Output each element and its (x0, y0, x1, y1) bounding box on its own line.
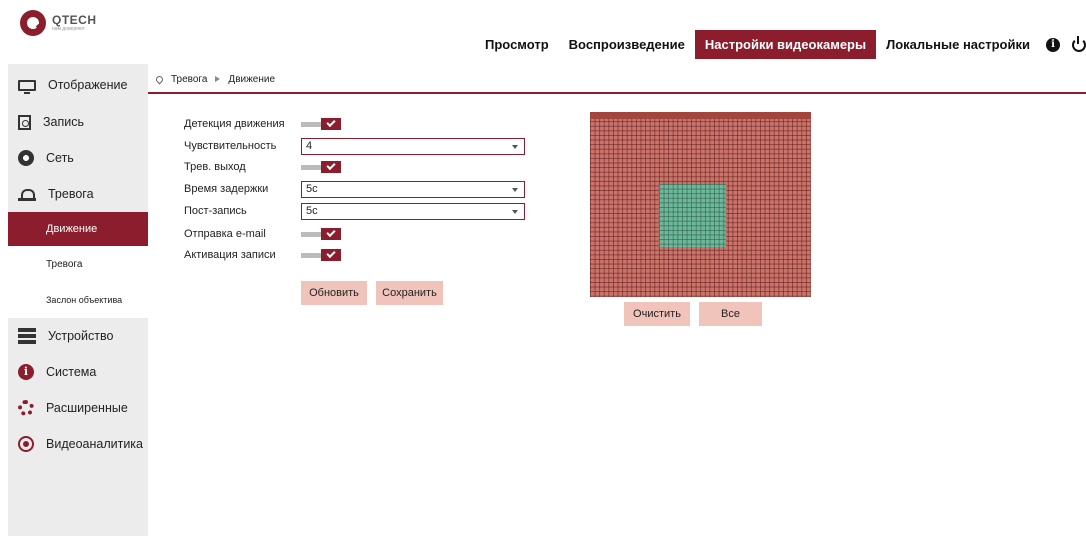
sensitivity-label: Чувствительность (184, 140, 277, 152)
email-toggle[interactable] (301, 228, 341, 240)
record-activation-row: Активация записи (184, 245, 341, 265)
sensitivity-row: Чувствительность 4 (184, 136, 525, 156)
record-icon (18, 114, 31, 130)
nav-live-view[interactable]: Просмотр (475, 30, 559, 59)
motion-area-selection (659, 184, 726, 247)
top-nav: Просмотр Воспроизведение Настройки видео… (475, 30, 1086, 59)
record-activation-label: Активация записи (184, 249, 276, 261)
delay-time-label: Время задержки (184, 183, 269, 195)
motion-detection-row: Детекция движения (184, 114, 341, 134)
alarm-output-row: Трев. выход (184, 157, 341, 177)
logo: QTECH нам доверяют (20, 10, 97, 36)
motion-area-grid[interactable] (590, 112, 811, 297)
sidebar-item-label: Видеоаналитика (46, 437, 144, 451)
sidebar-item-analytics[interactable]: Видеоаналитика (8, 426, 148, 462)
sidebar-item-network[interactable]: Сеть (8, 140, 148, 176)
sidebar-item-advanced[interactable]: Расширенные (8, 390, 148, 426)
device-icon (18, 328, 36, 344)
chevron-down-icon (512, 209, 518, 214)
sidebar-item-label: Тревога (48, 187, 94, 201)
nav-local-settings[interactable]: Локальные настройки (876, 30, 1040, 59)
sidebar-item-display[interactable]: Отображение (8, 66, 148, 104)
alarm-output-toggle[interactable] (301, 161, 341, 173)
nav-camera-settings[interactable]: Настройки видеокамеры (694, 30, 877, 59)
chevron-down-icon (512, 144, 518, 149)
sidebar-item-record[interactable]: Запись (8, 104, 148, 140)
sidebar-item-label: Система (46, 365, 97, 379)
header: QTECH нам доверяют Просмотр Воспроизведе… (0, 0, 1086, 62)
network-icon (18, 150, 34, 166)
info-icon: i (18, 364, 34, 380)
clear-button[interactable]: Очистить (624, 302, 690, 326)
breadcrumb-parent[interactable]: Тревога (171, 74, 207, 85)
info-icon[interactable]: i (1046, 37, 1060, 52)
breadcrumb-current: Движение (228, 73, 276, 85)
sidebar-item-alarm[interactable]: Тревога (8, 176, 148, 212)
refresh-button[interactable]: Обновить (301, 281, 367, 305)
email-label: Отправка e-mail (184, 228, 266, 240)
motion-detection-label: Детекция движения (184, 118, 285, 130)
brand-name: QTECH (52, 12, 97, 27)
sidebar-item-label: Отображение (48, 78, 128, 92)
save-button[interactable]: Сохранить (376, 281, 443, 305)
alarm-output-label: Трев. выход (184, 161, 246, 173)
record-activation-toggle[interactable] (301, 249, 341, 261)
sidebar-item-label: Устройство (48, 329, 114, 343)
post-record-label: Пост-запись (184, 205, 247, 217)
select-all-button[interactable]: Все (699, 302, 762, 326)
sidebar-subitem-alarm[interactable]: Тревога (8, 246, 148, 282)
motion-detection-toggle[interactable] (301, 118, 341, 130)
sidebar: Отображение Запись Сеть Тревога Движение… (8, 64, 148, 536)
alarm-icon (18, 187, 36, 201)
delay-time-select[interactable]: 5с (301, 180, 525, 198)
chevron-down-icon (512, 187, 518, 192)
sidebar-item-label: Расширенные (46, 401, 128, 415)
sidebar-item-system[interactable]: i Система (8, 354, 148, 390)
email-row: Отправка e-mail (184, 224, 341, 244)
power-icon[interactable] (1072, 35, 1086, 52)
logo-icon (20, 10, 46, 36)
gear-icon (18, 400, 34, 416)
sidebar-subitem-lens-cover[interactable]: Заслон объектива (8, 282, 148, 318)
sidebar-item-label: Сеть (46, 151, 74, 165)
delay-time-row: Время задержки 5с (184, 179, 525, 199)
brand-tagline: нам доверяют (52, 25, 85, 32)
nav-playback[interactable]: Воспроизведение (559, 30, 695, 59)
post-record-select[interactable]: 5с (301, 202, 525, 220)
chevron-right-icon (215, 76, 221, 82)
sidebar-item-label: Запись (43, 115, 85, 129)
sidebar-item-device[interactable]: Устройство (8, 318, 148, 354)
breadcrumb: Тревога Движение (148, 66, 1086, 94)
post-record-row: Пост-запись 5с (184, 201, 525, 221)
sensitivity-select[interactable]: 4 (301, 137, 525, 155)
location-pin-icon (154, 74, 165, 84)
monitor-icon (18, 79, 36, 94)
sidebar-subitem-motion[interactable]: Движение (8, 212, 148, 246)
analytics-icon (18, 436, 34, 452)
